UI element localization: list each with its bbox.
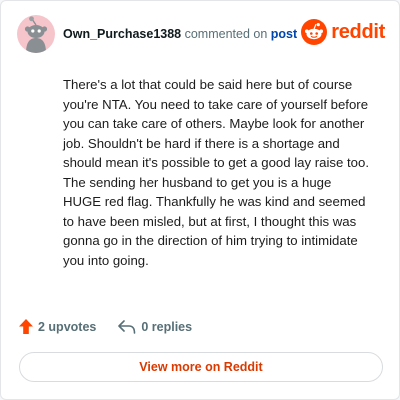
comment-body: There's a lot that could be said here bu… xyxy=(63,77,370,268)
upvote-arrow-icon xyxy=(19,319,33,334)
view-more-button[interactable]: View more on Reddit xyxy=(19,352,383,382)
reddit-wordmark: reddit xyxy=(331,20,385,43)
comment-meta: Own_Purchase1388 commented on post xyxy=(63,27,297,41)
reply-count: 0 replies xyxy=(141,319,193,334)
upvote-button[interactable]: 2 upvotes xyxy=(19,319,96,334)
action-text: commented on xyxy=(184,27,268,41)
username-link[interactable]: Own_Purchase1388 xyxy=(63,27,181,41)
reddit-brand[interactable]: reddit xyxy=(301,19,385,45)
upvote-count: 2 upvotes xyxy=(38,319,97,334)
reddit-logo-icon xyxy=(301,19,328,45)
post-link[interactable]: post xyxy=(271,27,297,41)
comment-header: Own_Purchase1388 commented on post reddi… xyxy=(17,15,385,55)
user-avatar[interactable] xyxy=(17,15,55,53)
snoo-avatar-icon xyxy=(24,16,48,53)
embedded-comment-card: Own_Purchase1388 commented on post reddi… xyxy=(0,0,400,400)
reply-arrow-icon xyxy=(118,319,136,334)
reply-button[interactable]: 0 replies xyxy=(118,320,192,334)
comment-actions: 2 upvotes 0 replies xyxy=(19,319,192,334)
